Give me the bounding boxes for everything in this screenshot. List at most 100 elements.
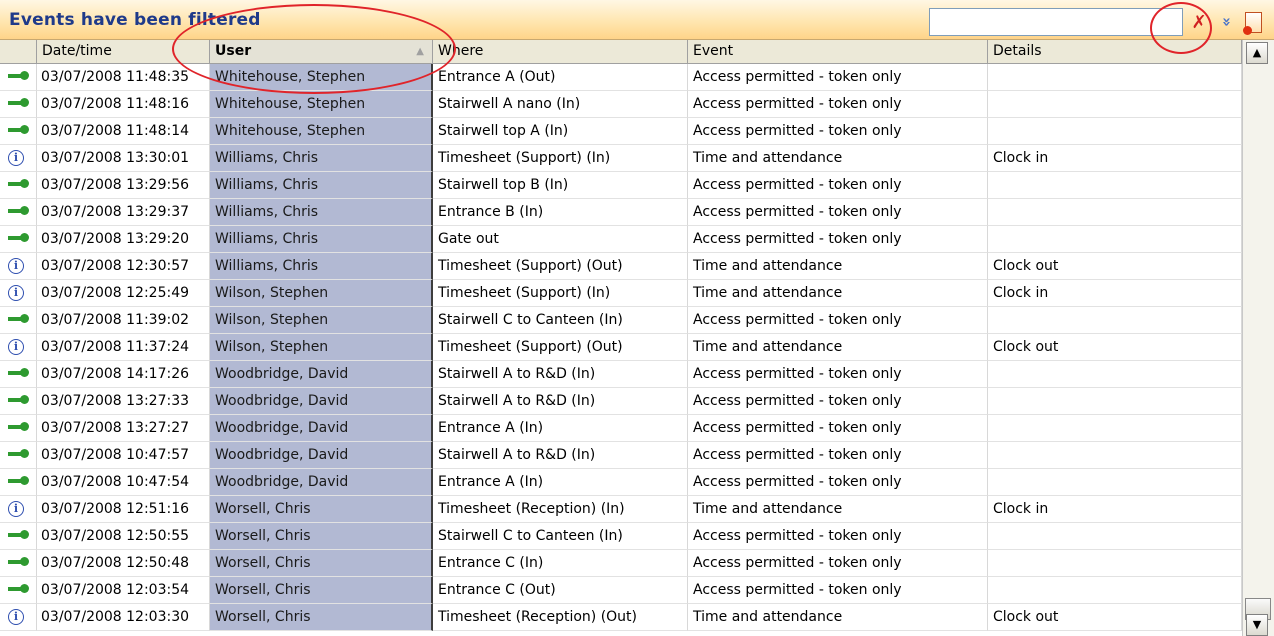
table-row[interactable]: i 03/07/2008 12:25:49 Wilson, Stephen Times… bbox=[0, 280, 1242, 307]
table-row[interactable]: 03/07/2008 13:29:37 Williams, Chris Entran… bbox=[0, 199, 1242, 226]
where-cell: Timesheet (Support) (Out) bbox=[433, 334, 688, 361]
key-icon bbox=[8, 206, 30, 216]
where-cell: Entrance A (Out) bbox=[433, 64, 688, 91]
table-row[interactable]: 03/07/2008 11:48:16 Whitehouse, Stephen St… bbox=[0, 91, 1242, 118]
table-row[interactable]: 03/07/2008 10:47:54 Woodbridge, David Entr… bbox=[0, 469, 1242, 496]
datetime-cell: 03/07/2008 13:29:37 bbox=[37, 199, 210, 226]
user-cell: Worsell, Chris bbox=[210, 496, 433, 523]
user-cell: Williams, Chris bbox=[210, 253, 433, 280]
details-cell bbox=[988, 577, 1242, 604]
table-row[interactable]: 03/07/2008 13:29:56 Williams, Chris Stairw… bbox=[0, 172, 1242, 199]
key-icon bbox=[8, 449, 30, 459]
info-icon: i bbox=[8, 285, 24, 301]
header-event[interactable]: Event bbox=[688, 40, 988, 64]
event-cell: Access permitted - token only bbox=[688, 172, 988, 199]
info-icon: i bbox=[8, 339, 24, 355]
table-row[interactable]: 03/07/2008 13:29:20 Williams, Chris Gate o… bbox=[0, 226, 1242, 253]
event-type-cell bbox=[0, 442, 37, 469]
where-cell: Timesheet (Support) (In) bbox=[433, 280, 688, 307]
event-cell: Access permitted - token only bbox=[688, 361, 988, 388]
table-row[interactable]: 03/07/2008 13:27:33 Woodbridge, David Stai… bbox=[0, 388, 1242, 415]
user-cell: Williams, Chris bbox=[210, 172, 433, 199]
table-row[interactable]: i 03/07/2008 12:03:30 Worsell, Chris Timesh… bbox=[0, 604, 1242, 631]
event-type-cell bbox=[0, 577, 37, 604]
key-icon bbox=[8, 368, 30, 378]
table-row[interactable]: 03/07/2008 13:27:27 Woodbridge, David Entr… bbox=[0, 415, 1242, 442]
event-type-cell bbox=[0, 307, 37, 334]
key-icon bbox=[8, 125, 30, 135]
export-report-button[interactable] bbox=[1240, 9, 1266, 35]
table-header: Date/time User ▲ Where Event Details bbox=[0, 40, 1274, 64]
details-cell: Clock out bbox=[988, 604, 1242, 631]
where-cell: Stairwell A to R&D (In) bbox=[433, 388, 688, 415]
event-cell: Time and attendance bbox=[688, 253, 988, 280]
clear-filter-icon: ✗ bbox=[1191, 11, 1207, 33]
datetime-cell: 03/07/2008 13:29:56 bbox=[37, 172, 210, 199]
header-where[interactable]: Where bbox=[433, 40, 688, 64]
table-row[interactable]: i 03/07/2008 12:51:16 Worsell, Chris Timesh… bbox=[0, 496, 1242, 523]
scroll-down-button[interactable]: ▼ bbox=[1246, 614, 1268, 636]
header-icon-column[interactable] bbox=[0, 40, 37, 64]
table-row[interactable]: 03/07/2008 12:50:55 Worsell, Chris Stairwe… bbox=[0, 523, 1242, 550]
event-type-cell bbox=[0, 64, 37, 91]
info-icon: i bbox=[8, 501, 24, 517]
scroll-up-button[interactable]: ▲ bbox=[1246, 42, 1268, 64]
export-report-icon bbox=[1242, 11, 1262, 35]
key-icon bbox=[8, 98, 30, 108]
where-cell: Stairwell top A (In) bbox=[433, 118, 688, 145]
where-cell: Stairwell A to R&D (In) bbox=[433, 361, 688, 388]
key-icon bbox=[8, 584, 30, 594]
event-cell: Access permitted - token only bbox=[688, 118, 988, 145]
details-cell bbox=[988, 64, 1242, 91]
user-cell: Woodbridge, David bbox=[210, 442, 433, 469]
header-datetime[interactable]: Date/time bbox=[37, 40, 210, 64]
datetime-cell: 03/07/2008 12:50:48 bbox=[37, 550, 210, 577]
user-cell: Wilson, Stephen bbox=[210, 334, 433, 361]
header-details[interactable]: Details bbox=[988, 40, 1242, 64]
table-row[interactable]: i 03/07/2008 13:30:01 Williams, Chris Times… bbox=[0, 145, 1242, 172]
datetime-cell: 03/07/2008 13:27:27 bbox=[37, 415, 210, 442]
where-cell: Stairwell C to Canteen (In) bbox=[433, 523, 688, 550]
sort-ascending-icon: ▲ bbox=[416, 46, 424, 57]
page-title: Events have been filtered bbox=[9, 10, 261, 30]
datetime-cell: 03/07/2008 11:48:14 bbox=[37, 118, 210, 145]
header-user[interactable]: User ▲ bbox=[210, 40, 433, 64]
event-type-cell bbox=[0, 172, 37, 199]
details-cell: Clock in bbox=[988, 496, 1242, 523]
event-cell: Time and attendance bbox=[688, 334, 988, 361]
event-cell: Access permitted - token only bbox=[688, 442, 988, 469]
table-row[interactable]: 03/07/2008 12:50:48 Worsell, Chris Entranc… bbox=[0, 550, 1242, 577]
event-type-cell bbox=[0, 415, 37, 442]
event-type-cell: i bbox=[0, 496, 37, 523]
where-cell: Entrance C (In) bbox=[433, 550, 688, 577]
datetime-cell: 03/07/2008 12:50:55 bbox=[37, 523, 210, 550]
table-row[interactable]: i 03/07/2008 11:37:24 Wilson, Stephen Times… bbox=[0, 334, 1242, 361]
table-row[interactable]: 03/07/2008 12:03:54 Worsell, Chris Entranc… bbox=[0, 577, 1242, 604]
table-row[interactable]: 03/07/2008 10:47:57 Woodbridge, David Stai… bbox=[0, 442, 1242, 469]
expand-down-button[interactable]: » bbox=[1214, 9, 1240, 35]
event-cell: Access permitted - token only bbox=[688, 199, 988, 226]
where-cell: Timesheet (Reception) (Out) bbox=[433, 604, 688, 631]
details-cell bbox=[988, 118, 1242, 145]
where-cell: Stairwell A to R&D (In) bbox=[433, 442, 688, 469]
table-row[interactable]: 03/07/2008 11:39:02 Wilson, Stephen Stairw… bbox=[0, 307, 1242, 334]
key-icon bbox=[8, 71, 30, 81]
event-cell: Access permitted - token only bbox=[688, 388, 988, 415]
user-cell: Whitehouse, Stephen bbox=[210, 118, 433, 145]
event-cell: Time and attendance bbox=[688, 604, 988, 631]
vertical-scrollbar[interactable]: ▲ ▼ bbox=[1242, 40, 1274, 636]
datetime-cell: 03/07/2008 12:25:49 bbox=[37, 280, 210, 307]
details-cell bbox=[988, 91, 1242, 118]
user-cell: Woodbridge, David bbox=[210, 469, 433, 496]
user-cell: Williams, Chris bbox=[210, 226, 433, 253]
search-input[interactable] bbox=[929, 8, 1183, 36]
user-cell: Williams, Chris bbox=[210, 199, 433, 226]
datetime-cell: 03/07/2008 12:51:16 bbox=[37, 496, 210, 523]
table-row[interactable]: i 03/07/2008 12:30:57 Williams, Chris Times… bbox=[0, 253, 1242, 280]
table-row[interactable]: 03/07/2008 14:17:26 Woodbridge, David Stai… bbox=[0, 361, 1242, 388]
event-cell: Access permitted - token only bbox=[688, 307, 988, 334]
table-row[interactable]: 03/07/2008 11:48:14 Whitehouse, Stephen St… bbox=[0, 118, 1242, 145]
details-cell bbox=[988, 226, 1242, 253]
table-row[interactable]: 03/07/2008 11:48:35 Whitehouse, Stephen En… bbox=[0, 64, 1242, 91]
clear-filter-button[interactable]: ✗ bbox=[1186, 9, 1212, 35]
